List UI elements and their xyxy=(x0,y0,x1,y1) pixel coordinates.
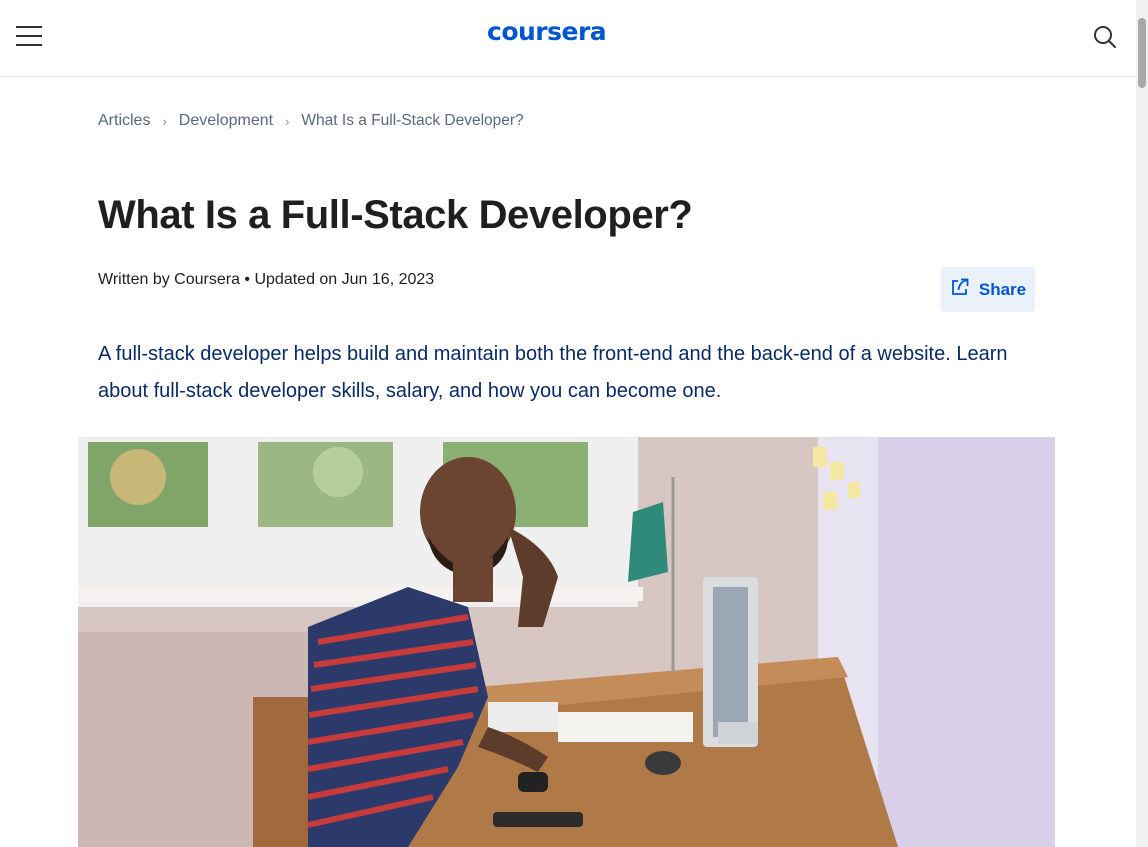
share-button-label: Share xyxy=(978,279,1027,299)
page-scrollbar[interactable] xyxy=(1136,0,1148,847)
coursera-logo[interactable]: coursera xyxy=(487,17,607,46)
breadcrumb-articles-link[interactable]: Articles xyxy=(98,112,150,130)
share-external-icon xyxy=(950,277,970,302)
hero-image xyxy=(78,437,1055,847)
chevron-right-icon: › xyxy=(162,113,167,129)
article-summary: A full-stack developer helps build and m… xyxy=(98,343,1008,402)
share-button[interactable]: Share xyxy=(941,267,1035,312)
search-icon[interactable] xyxy=(1090,22,1120,52)
article-byline: Written by Coursera • Updated on Jun 16,… xyxy=(98,271,435,288)
breadcrumb: Articles › Development › What Is a Full-… xyxy=(98,112,524,130)
top-navigation-bar: coursera xyxy=(0,0,1136,77)
breadcrumb-development-link[interactable]: Development xyxy=(179,112,273,130)
scrollbar-thumb[interactable] xyxy=(1138,18,1146,88)
hamburger-menu-icon[interactable] xyxy=(16,24,44,48)
chevron-right-icon: › xyxy=(285,113,290,129)
breadcrumb-current-page: What Is a Full-Stack Developer? xyxy=(301,112,524,129)
page-title: What Is a Full-Stack Developer? xyxy=(98,193,693,237)
